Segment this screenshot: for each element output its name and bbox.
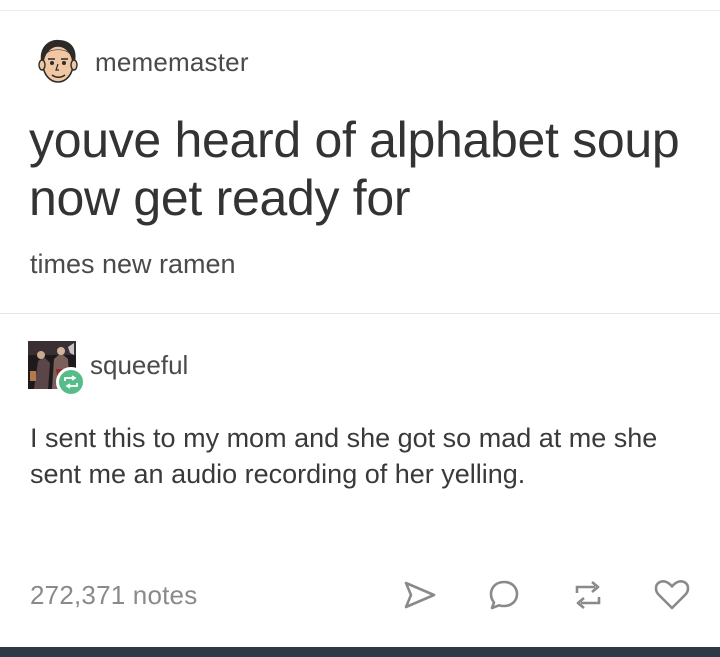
reblog-badge: [56, 367, 86, 397]
author-avatar[interactable]: [31, 35, 85, 89]
post-body: times new ramen: [30, 249, 236, 279]
post-header: mememaster: [31, 35, 249, 89]
notes-count[interactable]: 272,371 notes: [30, 580, 356, 611]
reblog-icon: [575, 581, 601, 609]
bottom-bar: [0, 647, 720, 657]
reply-icon: [489, 580, 519, 610]
reply-button[interactable]: [484, 575, 524, 615]
post-author[interactable]: mememaster: [95, 47, 249, 78]
like-icon: [654, 580, 690, 610]
share-button[interactable]: [400, 575, 440, 615]
post-title: youve heard of alphabet soup now get rea…: [29, 112, 680, 226]
reblog-button[interactable]: [568, 575, 608, 615]
reblog-header: squeeful: [28, 341, 188, 397]
post-actions: [356, 575, 692, 615]
top-divider: [0, 0, 720, 11]
reblogger-avatar[interactable]: [28, 341, 86, 397]
reblogger-name[interactable]: squeeful: [90, 350, 188, 381]
reblog-divider: [0, 313, 720, 314]
post-footer: 272,371 notes: [30, 570, 692, 620]
share-icon: [404, 581, 436, 609]
like-button[interactable]: [652, 575, 692, 615]
reblog-badge-icon: [64, 375, 78, 389]
reblog-text: I sent this to my mom and she got so mad…: [30, 423, 658, 489]
